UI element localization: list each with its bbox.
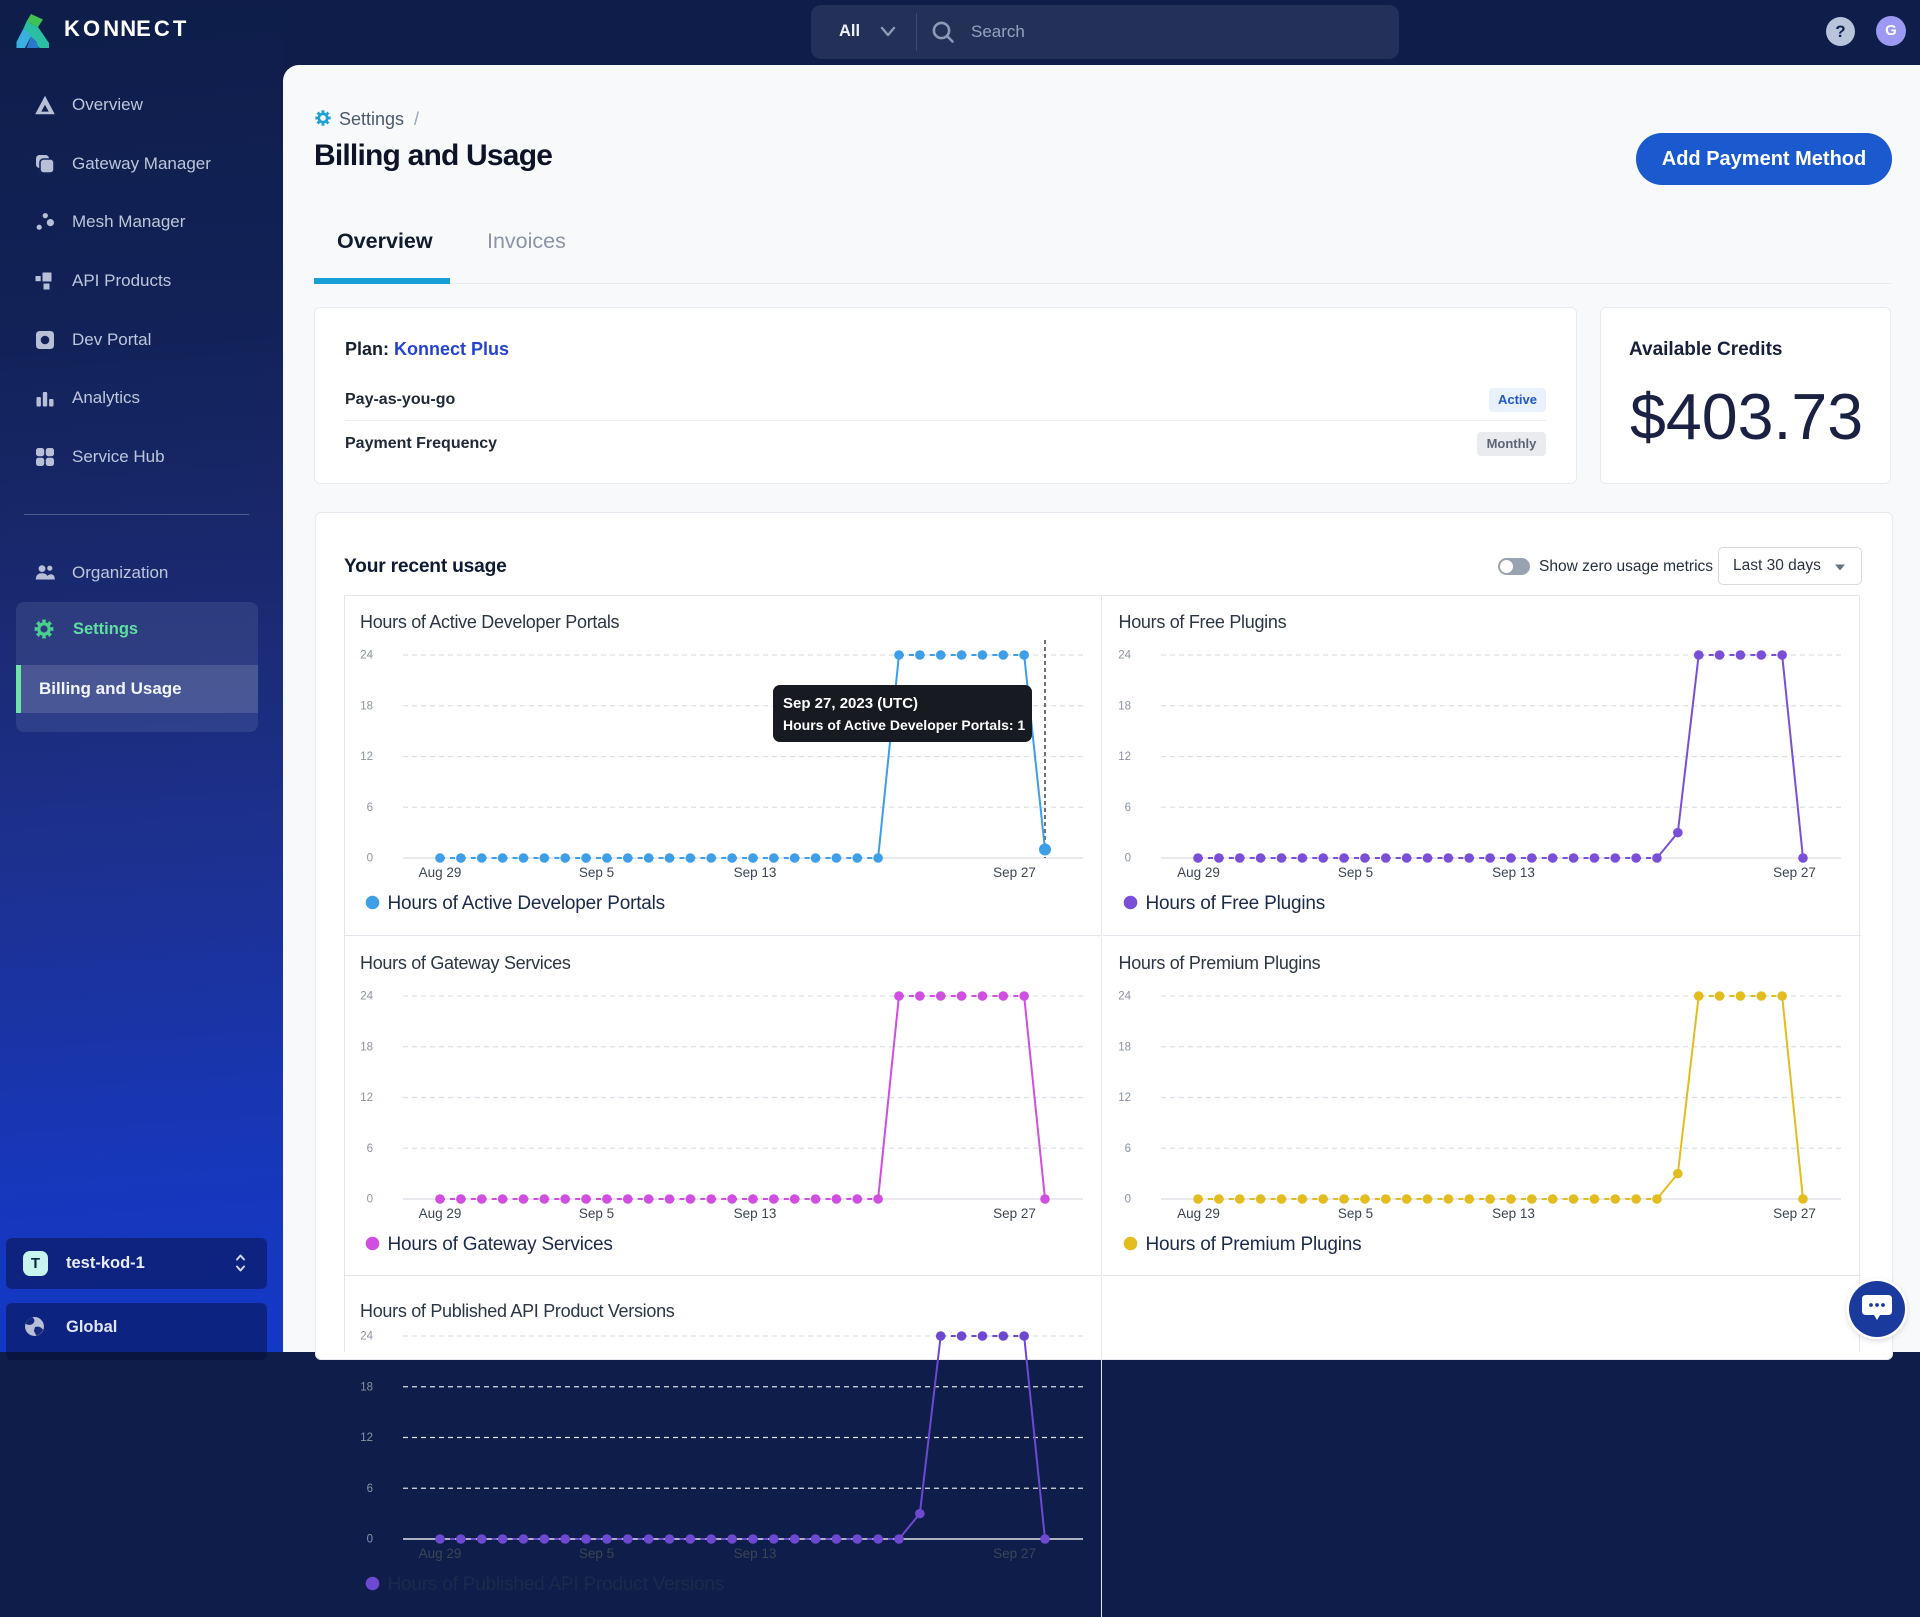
svg-text:Sep 27: Sep 27	[1773, 865, 1816, 880]
svg-text:0: 0	[366, 853, 372, 865]
svg-text:Hours of Premium Plugins: Hours of Premium Plugins	[1146, 1234, 1362, 1255]
svg-text:Sep 5: Sep 5	[578, 865, 613, 880]
svg-text:6: 6	[366, 802, 372, 814]
svg-text:Aug 29: Aug 29	[418, 1206, 461, 1221]
svg-text:Sep 13: Sep 13	[1492, 865, 1535, 880]
svg-text:18: 18	[1118, 1041, 1131, 1053]
svg-text:Sep 13: Sep 13	[733, 865, 776, 880]
svg-text:0: 0	[366, 1534, 372, 1546]
svg-text:12: 12	[1118, 1092, 1131, 1104]
svg-text:12: 12	[1118, 751, 1131, 763]
svg-text:Aug 29: Aug 29	[1177, 865, 1220, 880]
svg-text:Sep 27: Sep 27	[1773, 1206, 1816, 1221]
svg-text:0: 0	[1125, 1193, 1131, 1205]
svg-text:6: 6	[366, 1483, 372, 1495]
svg-text:24: 24	[360, 1331, 373, 1343]
svg-text:Sep 5: Sep 5	[1338, 865, 1373, 880]
svg-text:6: 6	[1125, 1142, 1131, 1154]
svg-text:Sep 5: Sep 5	[578, 1206, 613, 1221]
svg-text:Aug 29: Aug 29	[418, 865, 461, 880]
svg-text:Sep 27: Sep 27	[993, 1546, 1036, 1561]
svg-text:0: 0	[366, 1193, 372, 1205]
svg-text:Aug 29: Aug 29	[1177, 1206, 1220, 1221]
svg-text:Sep 13: Sep 13	[1492, 1206, 1535, 1221]
svg-text:Sep 27: Sep 27	[993, 1206, 1036, 1221]
svg-text:12: 12	[360, 1432, 373, 1444]
svg-text:18: 18	[1118, 700, 1131, 712]
svg-text:12: 12	[360, 751, 373, 763]
svg-text:Sep 13: Sep 13	[733, 1546, 776, 1561]
svg-text:Sep 5: Sep 5	[1338, 1206, 1373, 1221]
svg-text:Sep 13: Sep 13	[733, 1206, 776, 1221]
svg-text:12: 12	[360, 1092, 373, 1104]
svg-text:24: 24	[360, 990, 373, 1002]
svg-text:Sep 27: Sep 27	[993, 865, 1036, 880]
svg-text:24: 24	[360, 650, 373, 662]
svg-text:Sep 5: Sep 5	[578, 1546, 613, 1561]
svg-text:0: 0	[1125, 853, 1131, 865]
svg-text:18: 18	[360, 1041, 373, 1053]
svg-text:6: 6	[366, 1142, 372, 1154]
svg-text:18: 18	[360, 1381, 373, 1393]
svg-text:18: 18	[360, 700, 373, 712]
svg-text:24: 24	[1118, 650, 1131, 662]
svg-text:Hours of Active Developer Port: Hours of Active Developer Portals	[387, 893, 664, 914]
svg-text:6: 6	[1125, 802, 1131, 814]
svg-text:Aug 29: Aug 29	[418, 1546, 461, 1561]
svg-text:Hours of Free Plugins: Hours of Free Plugins	[1146, 893, 1326, 914]
svg-text:24: 24	[1118, 990, 1131, 1002]
svg-text:Hours of Gateway Services: Hours of Gateway Services	[387, 1234, 612, 1255]
svg-text:Hours of Published API Product: Hours of Published API Product Versions	[387, 1574, 724, 1595]
